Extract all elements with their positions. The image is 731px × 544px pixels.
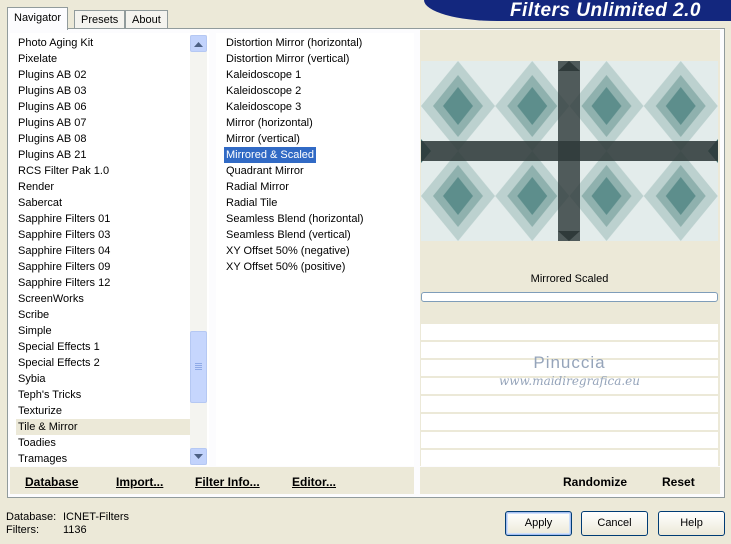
category-item[interactable]: Tile & Mirror — [16, 419, 190, 435]
category-item[interactable]: Special Effects 2 — [16, 355, 190, 371]
category-item[interactable]: RCS Filter Pak 1.0 — [16, 163, 190, 179]
filters-count: 1136 — [63, 524, 87, 536]
triangle-up-icon — [194, 41, 203, 47]
filter-item[interactable]: Seamless Blend (vertical) — [224, 227, 412, 243]
category-list[interactable]: Photo Aging Kit Pixelate Plugins AB 02 Plug… — [16, 35, 190, 467]
filter-item[interactable]: Kaleidoscope 3 — [224, 99, 412, 115]
category-item[interactable]: Toadies — [16, 435, 190, 451]
category-item[interactable]: Sapphire Filters 09 — [16, 259, 190, 275]
import-button[interactable]: Import... — [116, 475, 163, 489]
category-item[interactable]: Teph's Tricks — [16, 387, 190, 403]
category-item[interactable]: Simple — [16, 323, 190, 339]
filter-item[interactable]: XY Offset 50% (negative) — [224, 243, 412, 259]
category-item[interactable]: Sapphire Filters 01 — [16, 211, 190, 227]
database-label: Database: — [6, 511, 57, 523]
category-item[interactable]: Scribe — [16, 307, 190, 323]
category-item[interactable]: Sybia — [16, 371, 190, 387]
watermark-name: Pinuccia — [533, 353, 606, 372]
preview-image — [421, 61, 718, 241]
app-title-banner: Filters Unlimited 2.0 — [424, 0, 731, 21]
category-item[interactable]: Photo Aging Kit — [16, 35, 190, 51]
category-item[interactable]: Render — [16, 179, 190, 195]
editor-button[interactable]: Editor... — [292, 475, 336, 489]
category-item[interactable]: Plugins AB 21 — [16, 147, 190, 163]
category-item[interactable]: Plugins AB 07 — [16, 115, 190, 131]
reset-button[interactable]: Reset — [662, 475, 695, 489]
filter-item[interactable]: Distortion Mirror (horizontal) — [224, 35, 412, 51]
category-item[interactable]: Pixelate — [16, 51, 190, 67]
category-item[interactable]: Plugins AB 03 — [16, 83, 190, 99]
tab-about[interactable]: About — [125, 10, 168, 29]
category-item[interactable]: Sapphire Filters 03 — [16, 227, 190, 243]
scroll-thumb[interactable] — [190, 331, 207, 403]
cancel-button[interactable]: Cancel — [581, 511, 648, 536]
filter-item[interactable]: XY Offset 50% (positive) — [224, 259, 412, 275]
filter-item[interactable]: Quadrant Mirror — [224, 163, 412, 179]
randomize-button[interactable]: Randomize — [563, 475, 627, 489]
category-item[interactable]: Sabercat — [16, 195, 190, 211]
category-item[interactable]: Plugins AB 06 — [16, 99, 190, 115]
category-item[interactable]: Texturize — [16, 403, 190, 419]
filter-item[interactable]: Mirrored & Scaled — [224, 147, 317, 163]
filter-item[interactable]: Radial Tile — [224, 195, 412, 211]
filter-list[interactable]: Distortion Mirror (horizontal) Distortion… — [224, 35, 412, 275]
category-item[interactable]: Plugins AB 02 — [16, 67, 190, 83]
filter-item[interactable]: Seamless Blend (horizontal) — [224, 211, 412, 227]
category-item[interactable]: Plugins AB 08 — [16, 131, 190, 147]
category-item[interactable]: ScreenWorks — [16, 291, 190, 307]
filter-item[interactable]: Distortion Mirror (vertical) — [224, 51, 412, 67]
preview-caption: Mirrored Scaled — [530, 273, 609, 285]
filter-info-button[interactable]: Filter Info... — [195, 475, 260, 489]
category-item[interactable]: Tramages — [16, 451, 190, 467]
scroll-down-button[interactable] — [190, 448, 207, 465]
watermark-url: www.maidiregrafica.eu — [498, 374, 641, 388]
category-item[interactable]: Special Effects 1 — [16, 339, 190, 355]
tab-presets[interactable]: Presets — [74, 10, 126, 29]
category-item[interactable]: Sapphire Filters 12 — [16, 275, 190, 291]
filter-item[interactable]: Kaleidoscope 2 — [224, 83, 412, 99]
apply-button[interactable]: Apply — [505, 511, 572, 536]
app-title: Filters Unlimited 2.0 — [509, 0, 701, 21]
progress-bar — [421, 292, 718, 302]
help-button[interactable]: Help — [658, 511, 725, 536]
filters-label: Filters: — [6, 524, 39, 536]
filter-item[interactable]: Mirror (horizontal) — [224, 115, 412, 131]
scroll-up-button[interactable] — [190, 35, 207, 52]
filter-item[interactable]: Kaleidoscope 1 — [224, 67, 412, 83]
triangle-down-icon — [194, 453, 203, 459]
database-value: ICNET-Filters — [63, 511, 129, 523]
parameter-area — [421, 324, 718, 466]
category-scrollbar[interactable] — [190, 35, 207, 465]
database-button[interactable]: Database — [25, 475, 78, 489]
category-item[interactable]: Sapphire Filters 04 — [16, 243, 190, 259]
tab-navigator[interactable]: Navigator — [7, 7, 69, 30]
filter-item[interactable]: Radial Mirror — [224, 179, 412, 195]
filter-item[interactable]: Mirror (vertical) — [224, 131, 412, 147]
